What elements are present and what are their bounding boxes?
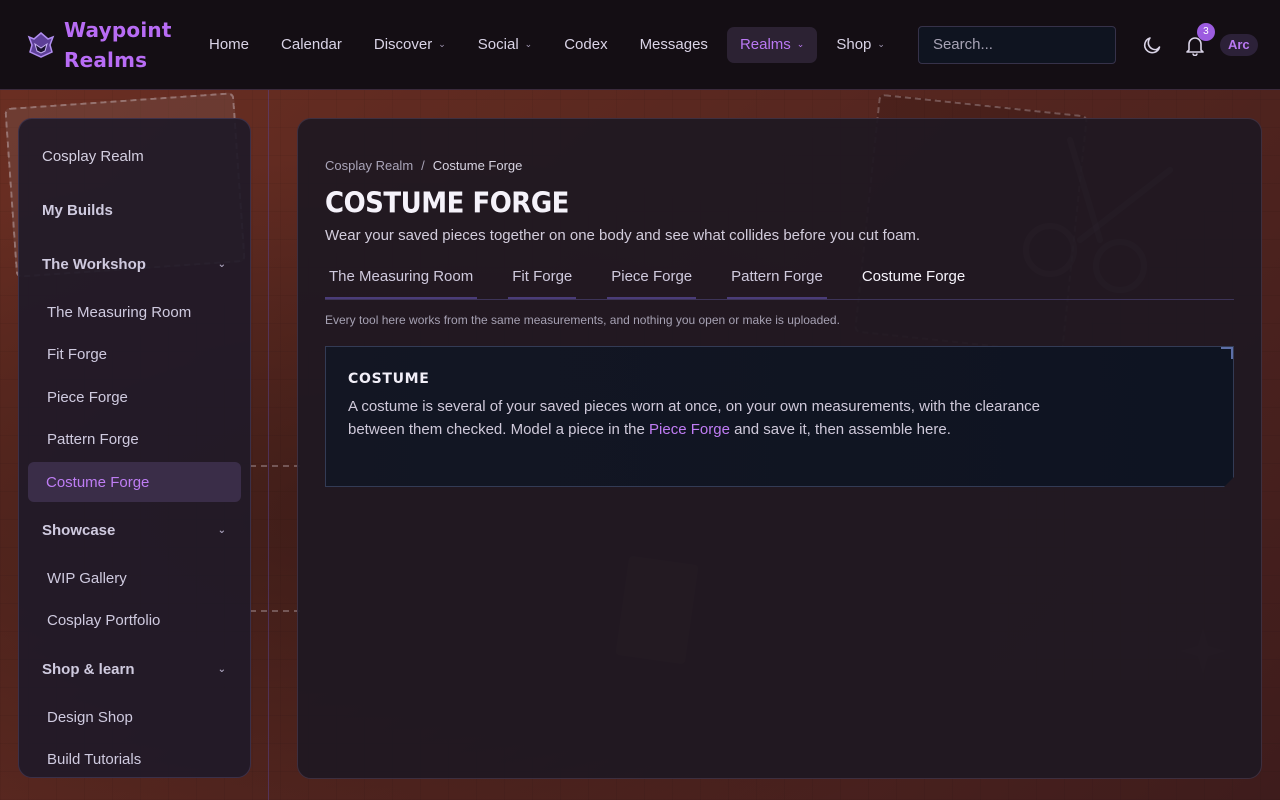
sidebar-section-shop-learn[interactable]: Shop & learn ⌄ [19,642,250,696]
realm-sidebar: Cosplay Realm My Builds The Workshop ⌄ T… [18,118,251,778]
card-title: COSTUME [348,371,430,387]
nav-calendar[interactable]: Calendar [268,27,355,63]
sidebar-section-showcase[interactable]: Showcase ⌄ [19,503,250,557]
page-subtitle: Wear your saved pieces together on one b… [325,227,921,244]
card-corner-accent [1221,347,1233,359]
moon-icon [1143,36,1161,53]
chevron-down-icon: ⌄ [217,258,226,270]
sidebar-item-pattern-forge[interactable]: Pattern Forge [28,419,241,462]
nav-messages[interactable]: Messages [627,27,721,63]
search-input[interactable] [932,36,1115,53]
primary-nav: Home Calendar Discover ⌄ Social ⌄ Codex Me… [196,26,904,63]
chevron-down-icon: ⌄ [217,663,226,675]
breadcrumb-parent-link[interactable]: Cosplay Realm [325,158,413,173]
sidebar-item-piece-forge[interactable]: Piece Forge [28,376,241,419]
tab-pattern-forge[interactable]: Pattern Forge [727,266,827,299]
sidebar-item-design-shop[interactable]: Design Shop [28,696,241,739]
brand-name-line1: Waypoint [64,17,172,42]
search-box[interactable] [917,25,1116,64]
sidebar-item-my-builds[interactable]: My Builds [19,183,250,237]
nav-social[interactable]: Social ⌄ [465,27,545,63]
chevron-down-icon: ⌄ [438,39,446,49]
brand-name: Waypoint Realms [64,15,172,75]
sidebar-item-wip-gallery[interactable]: WIP Gallery [28,557,241,600]
nav-realms[interactable]: Realms ⌄ [726,26,818,63]
sidebar-item-cosplay-realm[interactable]: Cosplay Realm [19,129,250,183]
card-body: A costume is several of your saved piece… [348,396,1048,441]
sidebar-item-build-tutorials[interactable]: Build Tutorials [28,739,241,782]
sidebar-item-measuring-room[interactable]: The Measuring Room [28,291,241,334]
card-body-text-end: and save it, then assemble here. [729,420,951,438]
nav-discover[interactable]: Discover ⌄ [361,27,459,63]
workshop-tabs: The Measuring Room Fit Forge Piece Forge… [325,266,1234,300]
privacy-note: Every tool here works from the same meas… [325,313,840,327]
notification-count-badge: 3 [1196,22,1215,41]
background-stitch-line [250,610,300,612]
page-title: COSTUME FORGE [325,187,569,221]
sidebar-item-fit-forge[interactable]: Fit Forge [28,334,241,377]
tab-fit-forge[interactable]: Fit Forge [508,266,577,299]
breadcrumb: Cosplay Realm / Costume Forge [325,156,1234,174]
chevron-down-icon: ⌄ [524,39,533,49]
nav-shop[interactable]: Shop ⌄ [823,27,898,63]
chevron-down-icon: ⌄ [217,524,226,536]
tab-measuring-room[interactable]: The Measuring Room [325,266,478,299]
costume-info-card: COSTUME A costume is several of your sav… [325,346,1234,487]
sidebar-section-workshop[interactable]: The Workshop ⌄ [19,237,250,291]
sidebar-item-cosplay-portfolio[interactable]: Cosplay Portfolio [28,600,241,643]
helmet-logo-icon [27,31,55,58]
breadcrumb-separator: / [421,157,425,173]
chevron-down-icon: ⌄ [877,39,885,49]
background-guide-line [268,90,269,800]
tab-costume-forge[interactable]: Costume Forge [858,266,969,299]
notifications-button[interactable]: 3 [1184,22,1215,56]
nav-home[interactable]: Home [196,27,262,63]
breadcrumb-current: Costume Forge [432,157,523,173]
header-actions: 3 Arc [1142,22,1258,56]
main-panel: Cosplay Realm / Costume Forge COSTUME FO… [297,118,1262,779]
chevron-down-icon: ⌄ [796,39,805,49]
user-menu-chip[interactable]: Arc [1219,33,1258,56]
nav-codex[interactable]: Codex [551,27,620,63]
piece-forge-link[interactable]: Piece Forge [649,421,730,438]
background-stitch-line [250,465,300,467]
sidebar-item-costume-forge[interactable]: Costume Forge [28,462,241,502]
tab-piece-forge[interactable]: Piece Forge [607,266,697,299]
theme-toggle-button[interactable] [1142,34,1164,56]
brand[interactable]: Waypoint Realms [26,15,196,75]
brand-name-line2: Realms [64,47,148,72]
top-navigation-bar: Waypoint Realms Home Calendar Discover ⌄ … [0,0,1280,90]
